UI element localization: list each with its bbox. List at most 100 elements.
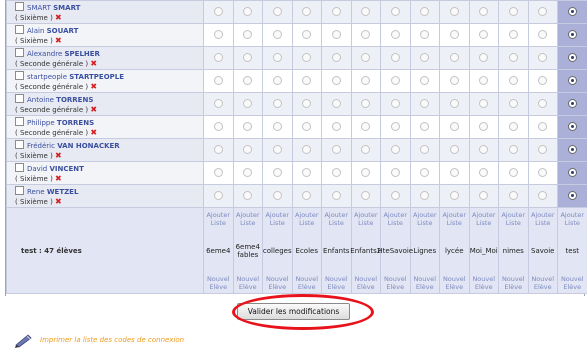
group-radio[interactable] (420, 121, 430, 131)
group-radio[interactable] (361, 52, 371, 62)
group-radio[interactable] (213, 6, 223, 16)
student-select-checkbox[interactable] (15, 117, 24, 126)
group-radio[interactable] (302, 29, 312, 39)
new-student-link[interactable]: Nouvel Elève (293, 275, 322, 291)
group-radio[interactable] (272, 167, 282, 177)
new-student-link[interactable]: Nouvel Elève (499, 275, 528, 291)
group-radio[interactable] (243, 98, 253, 108)
group-radio[interactable] (390, 190, 400, 200)
new-student-link[interactable]: Nouvel Elève (352, 275, 381, 291)
add-list-link[interactable]: Ajouter Liste (381, 211, 410, 227)
group-radio[interactable] (538, 144, 548, 154)
student-select-checkbox[interactable] (15, 25, 24, 34)
group-radio-selected[interactable] (567, 6, 577, 16)
group-radio[interactable] (508, 167, 518, 177)
group-radio[interactable] (272, 52, 282, 62)
group-radio[interactable] (508, 144, 518, 154)
group-radio[interactable] (390, 52, 400, 62)
group-radio[interactable] (479, 75, 489, 85)
group-radio[interactable] (508, 75, 518, 85)
group-radio[interactable] (479, 52, 489, 62)
group-radio[interactable] (213, 75, 223, 85)
group-radio[interactable] (390, 121, 400, 131)
group-radio[interactable] (213, 52, 223, 62)
group-radio[interactable] (508, 52, 518, 62)
group-radio[interactable] (390, 144, 400, 154)
remove-student-icon[interactable]: ✖ (90, 82, 97, 91)
group-radio[interactable] (420, 190, 430, 200)
group-radio[interactable] (508, 29, 518, 39)
new-student-link[interactable]: Nouvel Elève (411, 275, 440, 291)
group-radio[interactable] (538, 6, 548, 16)
group-radio[interactable] (449, 6, 459, 16)
group-radio[interactable] (331, 144, 341, 154)
group-radio[interactable] (479, 6, 489, 16)
group-radio[interactable] (449, 29, 459, 39)
group-radio[interactable] (538, 75, 548, 85)
group-radio[interactable] (361, 144, 371, 154)
group-radio[interactable] (390, 98, 400, 108)
new-student-link[interactable]: Nouvel Elève (263, 275, 292, 291)
new-student-link[interactable]: Nouvel Elève (322, 275, 351, 291)
group-radio[interactable] (272, 190, 282, 200)
group-radio[interactable] (272, 75, 282, 85)
group-radio[interactable] (479, 144, 489, 154)
group-radio[interactable] (331, 190, 341, 200)
add-list-link[interactable]: Ajouter Liste (293, 211, 322, 227)
group-radio[interactable] (479, 98, 489, 108)
add-list-link[interactable]: Ajouter Liste (558, 211, 587, 227)
add-list-link[interactable]: Ajouter Liste (234, 211, 263, 227)
student-select-checkbox[interactable] (15, 140, 24, 149)
remove-student-icon[interactable]: ✖ (90, 59, 97, 68)
group-radio[interactable] (331, 75, 341, 85)
group-radio-selected[interactable] (567, 98, 577, 108)
remove-student-icon[interactable]: ✖ (90, 105, 97, 114)
add-list-link[interactable]: Ajouter Liste (529, 211, 558, 227)
group-radio[interactable] (390, 29, 400, 39)
remove-student-icon[interactable]: ✖ (90, 128, 97, 137)
group-radio-selected[interactable] (567, 144, 577, 154)
group-radio[interactable] (508, 6, 518, 16)
new-student-link[interactable]: Nouvel Elève (440, 275, 469, 291)
group-radio[interactable] (361, 29, 371, 39)
group-radio-selected[interactable] (567, 121, 577, 131)
group-radio-selected[interactable] (567, 75, 577, 85)
student-select-checkbox[interactable] (15, 2, 24, 11)
group-radio[interactable] (449, 167, 459, 177)
group-radio-selected[interactable] (567, 52, 577, 62)
group-radio[interactable] (449, 190, 459, 200)
new-student-link[interactable]: Nouvel Elève (529, 275, 558, 291)
group-radio[interactable] (331, 6, 341, 16)
group-radio[interactable] (302, 121, 312, 131)
group-radio[interactable] (538, 190, 548, 200)
group-radio-selected[interactable] (567, 167, 577, 177)
add-list-link[interactable]: Ajouter Liste (322, 211, 351, 227)
group-radio[interactable] (538, 167, 548, 177)
group-radio[interactable] (361, 190, 371, 200)
group-radio[interactable] (302, 52, 312, 62)
group-radio[interactable] (302, 190, 312, 200)
student-select-checkbox[interactable] (15, 71, 24, 80)
print-codes-link[interactable]: Imprimer la liste des codes de connexion (40, 336, 184, 344)
group-radio[interactable] (272, 121, 282, 131)
group-radio[interactable] (243, 190, 253, 200)
group-radio[interactable] (508, 190, 518, 200)
group-radio[interactable] (302, 75, 312, 85)
group-radio[interactable] (331, 29, 341, 39)
group-radio[interactable] (538, 121, 548, 131)
group-radio[interactable] (449, 144, 459, 154)
group-radio[interactable] (243, 6, 253, 16)
group-radio[interactable] (243, 75, 253, 85)
remove-student-icon[interactable]: ✖ (55, 13, 62, 22)
group-radio[interactable] (508, 98, 518, 108)
group-radio[interactable] (538, 98, 548, 108)
group-radio[interactable] (302, 98, 312, 108)
group-radio[interactable] (390, 6, 400, 16)
group-radio[interactable] (213, 144, 223, 154)
group-radio[interactable] (213, 167, 223, 177)
group-radio[interactable] (449, 121, 459, 131)
group-radio[interactable] (243, 52, 253, 62)
group-radio[interactable] (331, 52, 341, 62)
student-select-checkbox[interactable] (15, 94, 24, 103)
group-radio[interactable] (420, 29, 430, 39)
